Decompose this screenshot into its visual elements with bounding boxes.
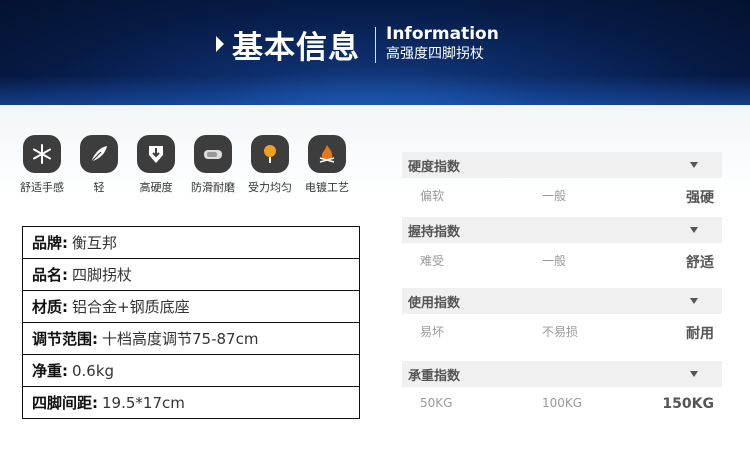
feature-label: 电镀工艺 (305, 181, 349, 194)
metric-header: 承重指数 (402, 361, 722, 387)
metric-scale: 偏软 一般 强硬 (402, 178, 722, 206)
metric-scale: 难受 一般 舒适 (402, 243, 722, 271)
spec-value: 0.6kg (72, 361, 115, 380)
feature-balanced-force: 受力均匀 (240, 135, 300, 195)
triangle-down-icon (690, 162, 698, 168)
spec-row-adjust-range: 调节范围: 十档高度调节75-87cm (23, 323, 359, 355)
spec-row-material: 材质: 铝合金+钢质底座 (23, 291, 359, 323)
spec-row-foot-spacing: 四脚间距: 19.5*17cm (23, 387, 359, 419)
feature-electroplating: 电镀工艺 (297, 135, 357, 195)
metric-title: 使用指数 (408, 295, 461, 311)
scale-mid: 一般 (542, 189, 567, 203)
header-glow (0, 75, 750, 105)
scale-mid: 不易损 (542, 325, 579, 339)
feature-label: 高硬度 (139, 181, 173, 194)
feature-label: 轻 (93, 181, 105, 194)
metric-grip: 握持指数 难受 一般 舒适 (402, 217, 722, 271)
feature-light: 轻 (69, 135, 129, 195)
snowflake-icon (23, 135, 61, 173)
spec-key: 四脚间距: (32, 394, 98, 412)
metric-title: 硬度指数 (408, 159, 461, 175)
scale-mid: 100KG (542, 396, 583, 410)
scale-selected: 耐用 (686, 326, 714, 342)
spec-key: 调节范围: (32, 330, 98, 348)
spec-row-product-name: 品名: 四脚拐杖 (23, 259, 359, 291)
header-title-en: Information (386, 24, 499, 44)
spec-row-net-weight: 净重: 0.6kg (23, 355, 359, 387)
spec-value: 衡互邦 (72, 234, 118, 252)
metric-load: 承重指数 50KG 100KG 150KG (402, 361, 722, 415)
content-area: 舒适手感 轻 高硬度 防滑耐磨 受力均匀 电镀工艺 品牌: 衡互邦 品名: 四脚… (0, 105, 750, 475)
feature-comfort-grip: 舒适手感 (12, 135, 72, 195)
feature-label: 受力均匀 (248, 181, 292, 194)
flame-icon (308, 135, 346, 173)
scale-selected: 强硬 (686, 190, 714, 206)
triangle-down-icon (690, 371, 698, 377)
feature-hardness: 高硬度 (126, 135, 186, 195)
scale-low: 50KG (420, 396, 453, 410)
triangle-down-icon (690, 298, 698, 304)
spec-table: 品牌: 衡互邦 品名: 四脚拐杖 材质: 铝合金+钢质底座 调节范围: 十档高度调节75… (22, 226, 360, 419)
header-banner: 基本信息 Information 高强度四脚拐杖 (0, 0, 750, 105)
metric-header: 使用指数 (402, 288, 722, 314)
header-title-cn: 基本信息 (232, 30, 360, 66)
metric-title: 握持指数 (408, 224, 461, 240)
scale-selected: 150KG (662, 396, 714, 412)
header-subtitle: 高强度四脚拐杖 (386, 46, 484, 62)
arrow-right-icon (216, 36, 224, 52)
rubber-tip-icon (194, 135, 232, 173)
feature-label: 舒适手感 (20, 181, 64, 194)
scale-low: 易坏 (420, 325, 445, 339)
metric-header: 握持指数 (402, 217, 722, 243)
metric-title: 承重指数 (408, 368, 461, 384)
shield-down-icon (137, 135, 175, 173)
spec-key: 品名: (32, 266, 68, 284)
scale-low: 偏软 (420, 189, 445, 203)
metric-scale: 50KG 100KG 150KG (402, 387, 722, 415)
feature-label: 防滑耐磨 (191, 181, 235, 194)
scale-selected: 舒适 (686, 255, 714, 271)
spec-key: 净重: (32, 362, 68, 380)
scale-mid: 一般 (542, 254, 567, 268)
spec-value: 四脚拐杖 (72, 266, 133, 284)
feature-anti-slip: 防滑耐磨 (183, 135, 243, 195)
spec-key: 品牌: (32, 234, 68, 252)
triangle-down-icon (690, 227, 698, 233)
spec-value: 铝合金+钢质底座 (72, 298, 190, 316)
spec-key: 材质: (32, 298, 68, 316)
balanced-force-icon (251, 135, 289, 173)
metric-durability: 使用指数 易坏 不易损 耐用 (402, 288, 722, 342)
metric-header: 硬度指数 (402, 152, 722, 178)
feather-icon (80, 135, 118, 173)
spec-row-brand: 品牌: 衡互邦 (23, 227, 359, 259)
scale-low: 难受 (420, 254, 445, 268)
header-divider (375, 27, 376, 63)
spec-value: 十档高度调节75-87cm (102, 330, 259, 348)
spec-value: 19.5*17cm (102, 393, 185, 412)
metric-scale: 易坏 不易损 耐用 (402, 314, 722, 342)
metric-hardness: 硬度指数 偏软 一般 强硬 (402, 152, 722, 206)
